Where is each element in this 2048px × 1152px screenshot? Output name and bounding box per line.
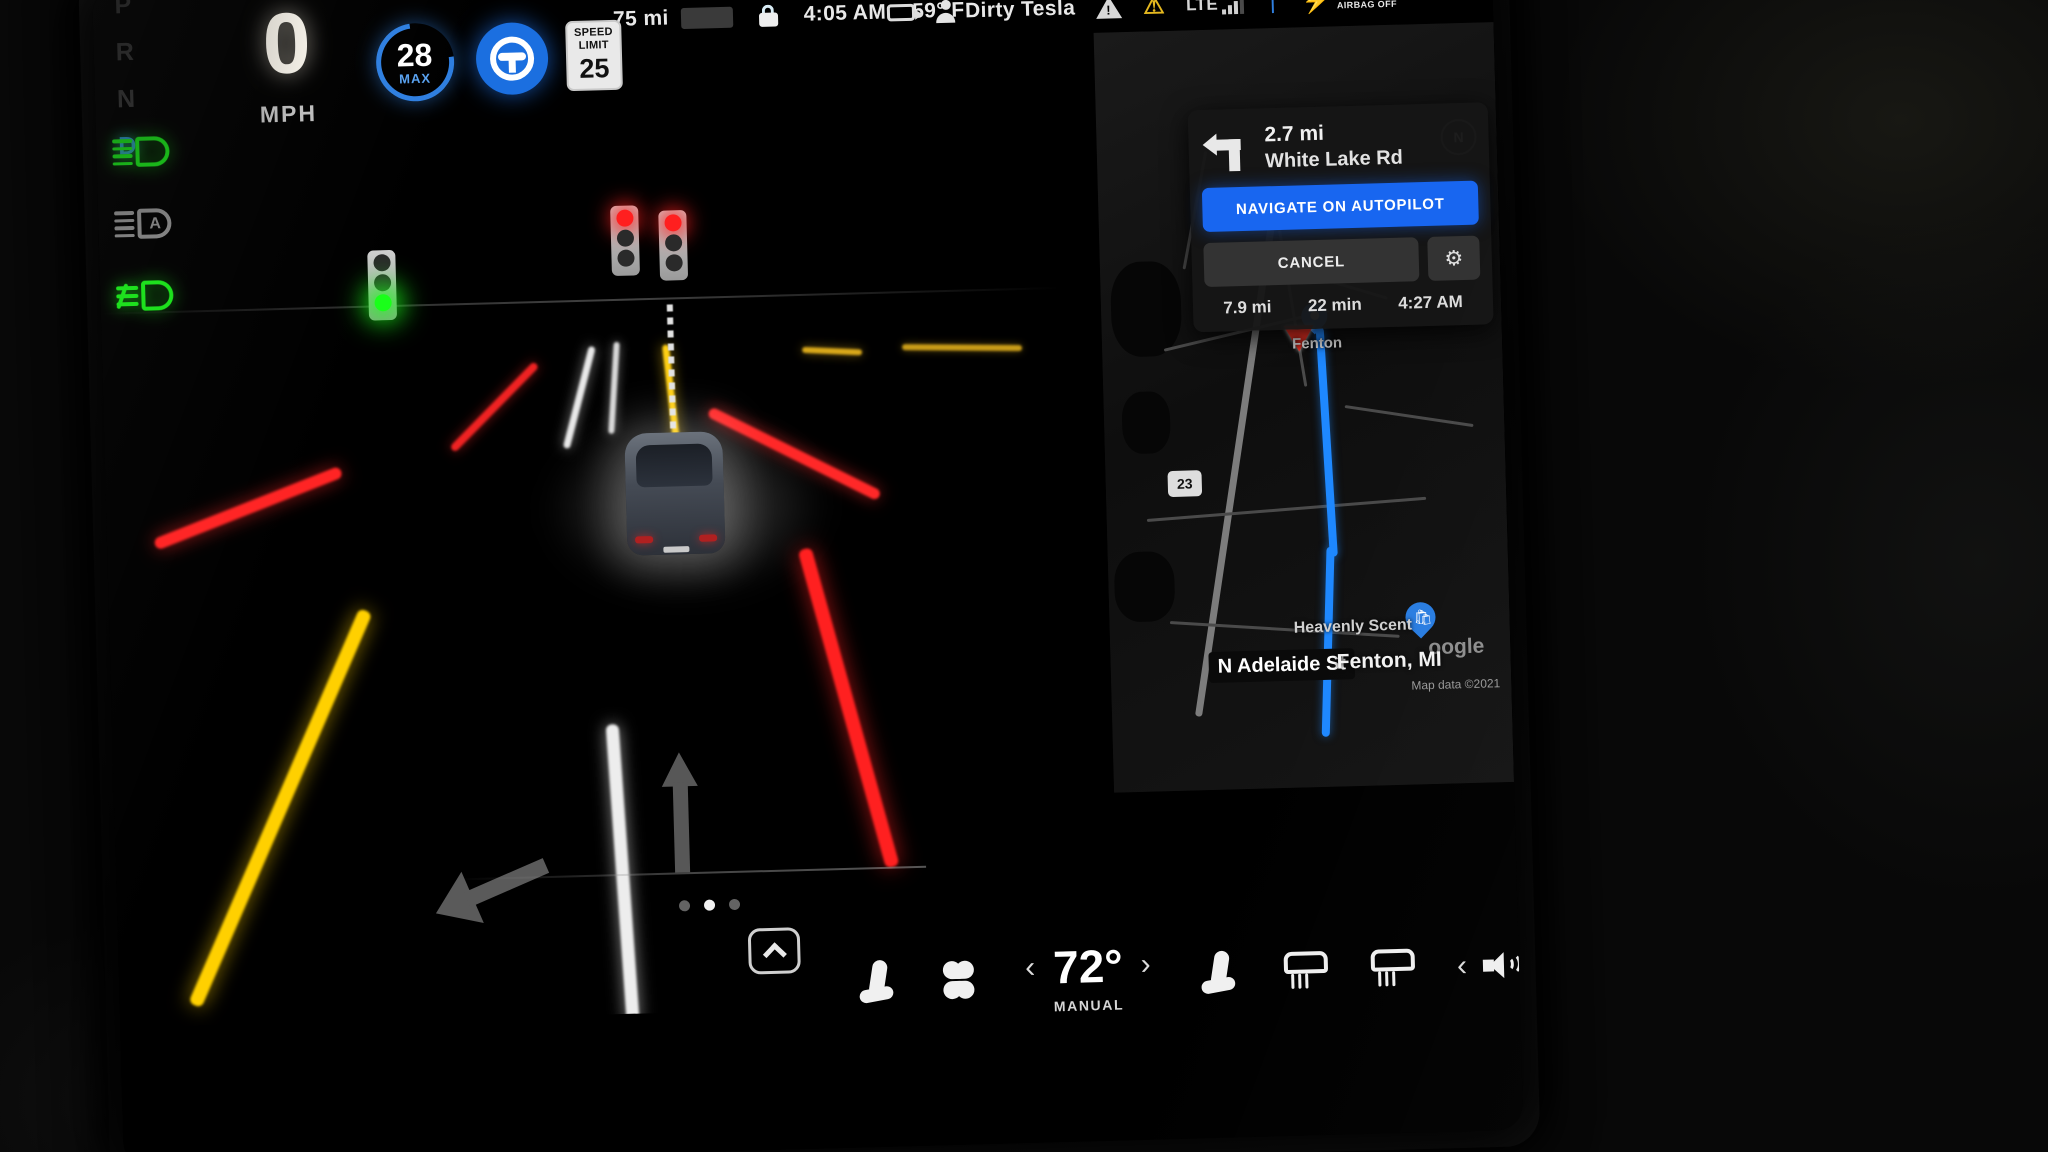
page-dot-1-active[interactable] bbox=[703, 899, 716, 911]
signal-bars-icon bbox=[1222, 0, 1245, 14]
seat-heater-icon-right[interactable] bbox=[1200, 949, 1237, 995]
page-dot-0[interactable] bbox=[678, 900, 691, 912]
volume-control: ‹ › bbox=[1457, 947, 1524, 983]
speed-limit-line1: SPEED bbox=[573, 26, 613, 40]
temp-up-button[interactable]: › bbox=[1140, 948, 1151, 982]
driver-profile[interactable]: Dirty Tesla bbox=[936, 0, 1076, 24]
traffic-light-red-right bbox=[658, 210, 689, 281]
traffic-light-red-center bbox=[610, 205, 640, 277]
airbag-line2: AIRBAG OFF bbox=[1336, 0, 1398, 10]
autosteer-icon[interactable] bbox=[475, 21, 550, 96]
speaker-icon[interactable] bbox=[1482, 952, 1522, 979]
temperature-value[interactable]: 72° bbox=[1052, 938, 1123, 994]
bluetooth-icon[interactable]: ᛏ bbox=[1265, 0, 1281, 16]
lte-indicator[interactable]: LTE bbox=[1186, 0, 1245, 15]
page-indicator-dots[interactable] bbox=[678, 898, 741, 912]
autopilot-visualization bbox=[95, 72, 1080, 1028]
page-dot-2[interactable] bbox=[728, 898, 741, 911]
lock-icon[interactable] bbox=[758, 4, 778, 27]
map-city-label: Fenton bbox=[1291, 334, 1343, 353]
map-water-blob-a bbox=[1109, 260, 1183, 358]
temperature-control: ‹ 72° › MANUAL bbox=[1024, 938, 1152, 1015]
map-panel[interactable]: Fenton 23 🛍 Heavenly Scent oogle N Adela… bbox=[1093, 22, 1514, 793]
tesla-touchscreen: 75 mi 4:05 AM 59° F Dirty Tesla ! ⚠ LTE … bbox=[0, 0, 2048, 1152]
temp-down-button[interactable]: ‹ bbox=[1025, 951, 1036, 985]
lane-line-red-left bbox=[152, 465, 344, 551]
airbag-off-icon: ⚠ bbox=[1142, 0, 1166, 20]
app-launcher-button[interactable] bbox=[747, 927, 801, 975]
road-arrow-left-turn bbox=[424, 827, 570, 957]
dashcam-icon[interactable] bbox=[886, 3, 916, 22]
speed-value: 0 bbox=[261, 0, 312, 93]
navigation-card: 2.7 mi White Lake Rd NAVIGATE ON AUTOPIL… bbox=[1187, 102, 1494, 333]
battery-icon bbox=[680, 6, 733, 29]
trip-distance: 7.9 mi bbox=[1223, 297, 1272, 318]
city-state-label: Fenton, MI bbox=[1336, 647, 1442, 674]
steering-wheel-icon bbox=[489, 36, 535, 82]
map-water-blob-b bbox=[1121, 391, 1171, 455]
volume-down-button[interactable]: ‹ bbox=[1457, 949, 1468, 983]
lane-line-red-near bbox=[797, 547, 900, 869]
speed-limit-value: 25 bbox=[578, 52, 610, 84]
clock: 4:05 AM bbox=[803, 0, 887, 26]
navigate-on-autopilot-button[interactable]: NAVIGATE ON AUTOPILOT bbox=[1201, 180, 1479, 233]
chevron-up-icon bbox=[762, 941, 787, 966]
gear-r: R bbox=[115, 37, 135, 67]
horizon-line bbox=[100, 286, 1061, 315]
next-street-name: White Lake Rd bbox=[1264, 146, 1404, 173]
cancel-button[interactable]: CANCEL bbox=[1203, 237, 1420, 288]
climate-mode-label: MANUAL bbox=[1053, 996, 1125, 1015]
speed-limit-line2: LIMIT bbox=[578, 38, 609, 52]
gear-p: P bbox=[114, 0, 132, 20]
warning-triangle-icon[interactable] bbox=[1095, 0, 1123, 19]
gear-icon[interactable]: ⚙ bbox=[1427, 235, 1481, 282]
road-arrow-straight bbox=[660, 751, 700, 873]
map-attribution: Map data ©2021 bbox=[1411, 676, 1501, 693]
center-display: 75 mi 4:05 AM 59° F Dirty Tesla ! ⚠ LTE … bbox=[92, 0, 1524, 1152]
street-label: N Adelaide St bbox=[1208, 648, 1356, 684]
battery-range[interactable]: 75 mi bbox=[613, 5, 733, 32]
lane-line-yellow-side-a bbox=[801, 346, 863, 356]
left-turn-arrow-icon bbox=[1202, 127, 1251, 172]
poi-label: Heavenly Scent bbox=[1293, 616, 1413, 637]
ego-vehicle bbox=[624, 431, 726, 556]
fan-icon[interactable] bbox=[942, 959, 976, 1000]
rear-defrost-icon[interactable] bbox=[1369, 948, 1415, 988]
lane-line-yellow-side-b bbox=[902, 344, 1023, 352]
distance-to-turn: 2.7 mi bbox=[1264, 121, 1325, 147]
lte-label: LTE bbox=[1185, 0, 1219, 14]
lane-line-yellow-near bbox=[188, 608, 373, 1009]
arrival-time: 4:27 AM bbox=[1397, 292, 1463, 314]
trip-summary: 7.9 mi 22 min 4:27 AM bbox=[1205, 292, 1482, 322]
traffic-light-green bbox=[367, 249, 398, 321]
next-turn-info: 2.7 mi White Lake Rd bbox=[1200, 117, 1478, 189]
speed-limit-sign[interactable]: SPEED LIMIT 25 bbox=[565, 19, 623, 92]
highway-shield-icon: 23 bbox=[1167, 470, 1203, 498]
map-park-blob bbox=[1113, 550, 1176, 623]
front-defrost-icon[interactable] bbox=[1283, 950, 1329, 990]
person-icon bbox=[936, 0, 956, 24]
climate-control-bar: ‹ 72° › MANUAL ‹ › bbox=[857, 889, 1523, 1057]
profile-name: Dirty Tesla bbox=[964, 0, 1076, 22]
status-bar-right: Dirty Tesla ⚠ LTE ᛏ ⚡ PASSENGER AIRBAG O… bbox=[886, 0, 1398, 27]
seat-heater-icon-left[interactable] bbox=[858, 959, 895, 1005]
cruise-speed: 28 bbox=[396, 36, 434, 74]
passenger-airbag-label: ⚡ PASSENGER AIRBAG OFF bbox=[1301, 0, 1397, 16]
lane-line-red-far bbox=[449, 361, 540, 453]
cruise-max-label: MAX bbox=[399, 70, 432, 87]
passenger-airbag-indicator: ⚠ bbox=[1143, 0, 1166, 21]
trip-duration: 22 min bbox=[1307, 295, 1363, 316]
